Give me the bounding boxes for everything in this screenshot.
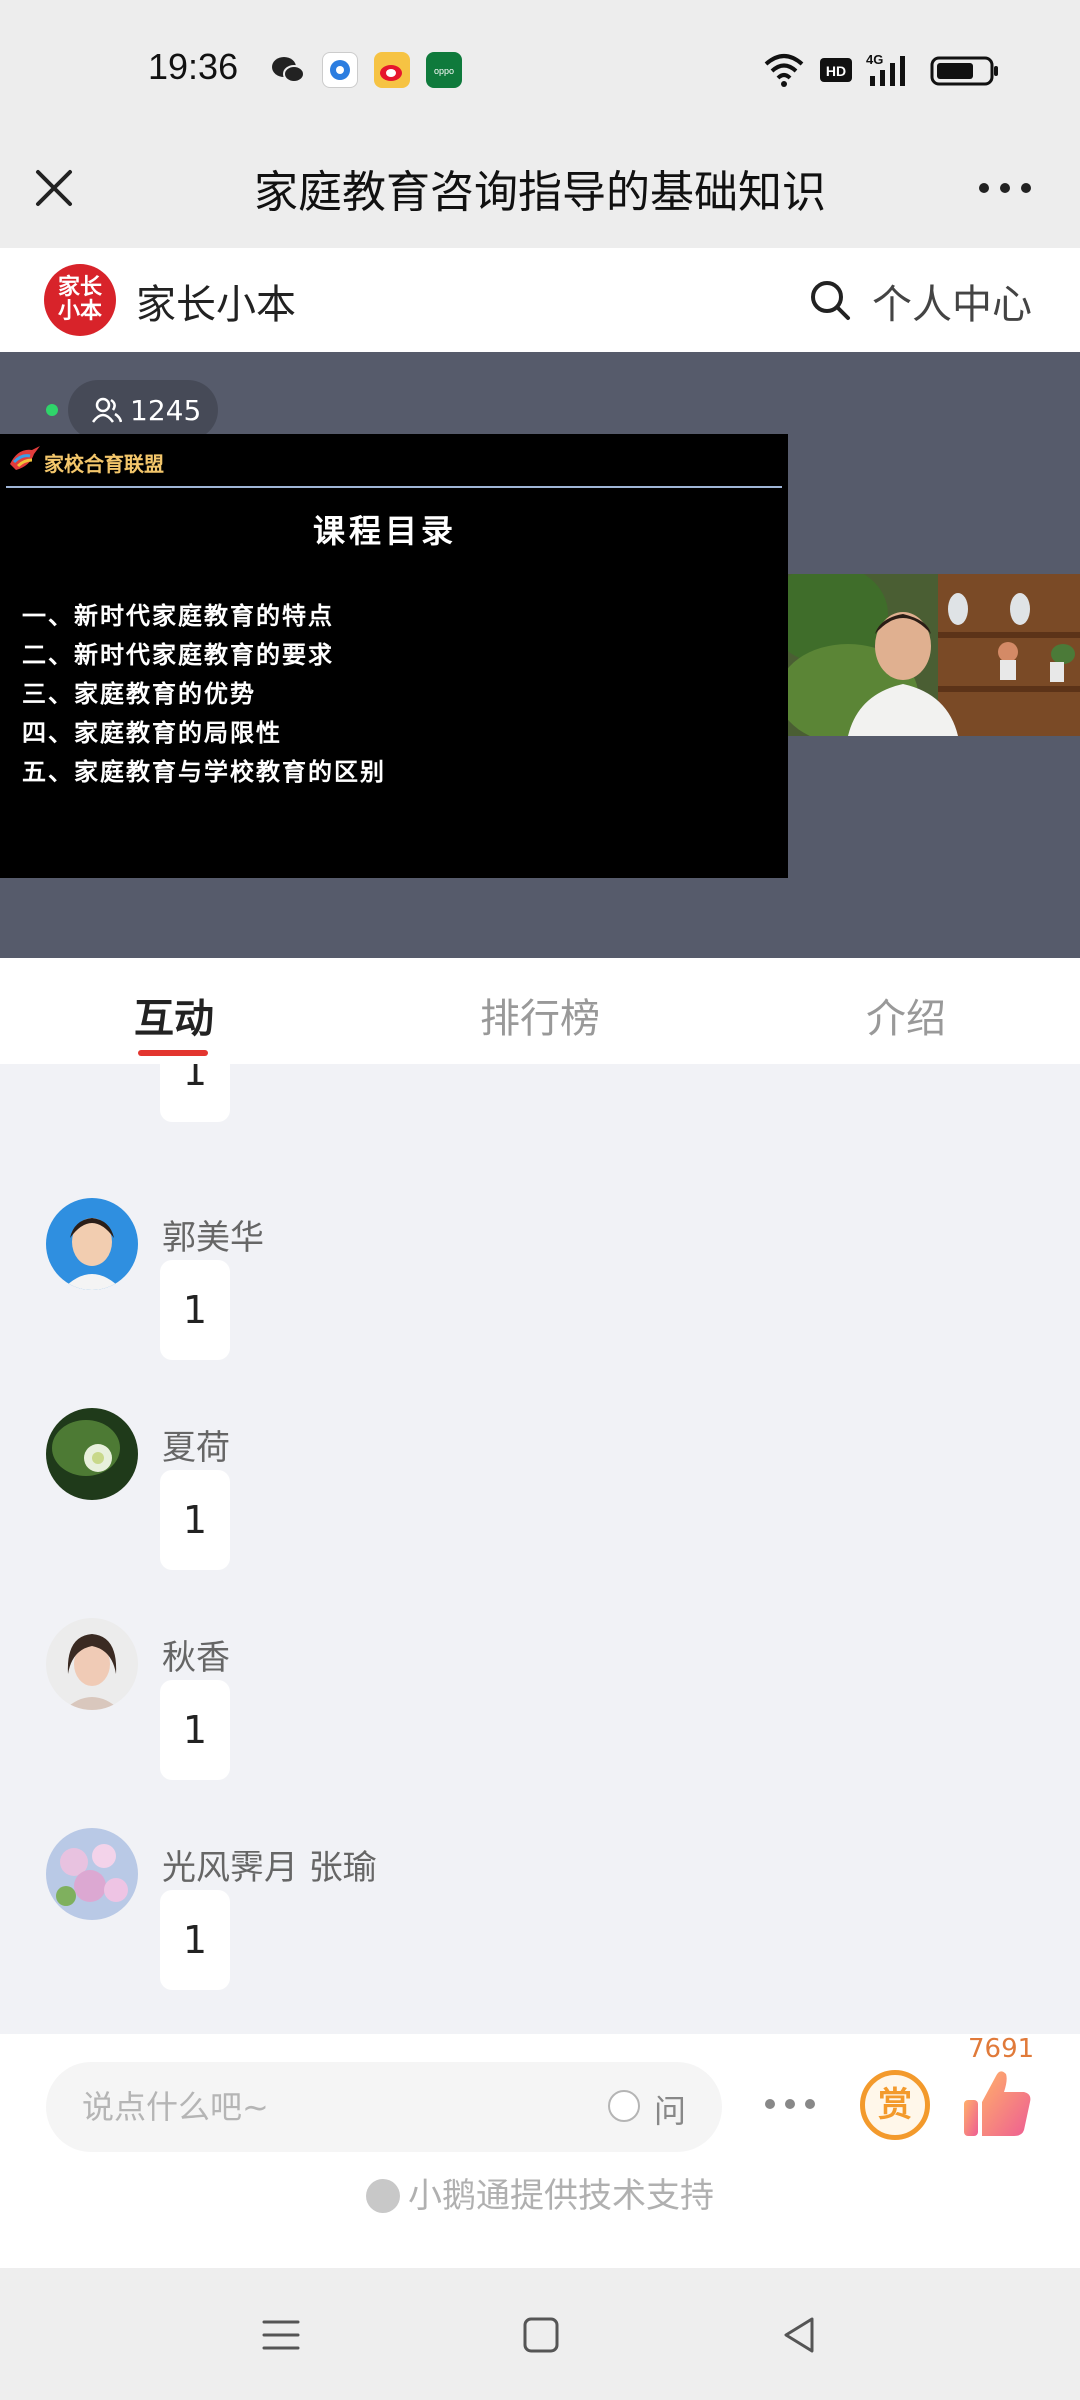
avatar[interactable] [46, 1198, 138, 1290]
xiaoe-logo-icon [366, 2179, 400, 2213]
home-square-icon [523, 2317, 559, 2353]
chat-message: 郭美华 1 [0, 1198, 1080, 1408]
message-bubble: 1 [160, 1470, 230, 1570]
live-video-area[interactable]: 1245 家校合育联盟 课程目录 一、新时代家庭教育的特点 二、新时代家庭教育的… [0, 352, 1080, 958]
oppo-icon: oppo [426, 52, 462, 88]
ask-radio[interactable] [608, 2090, 640, 2122]
brand-bar: 家长 小本 家长小本 个人中心 [0, 248, 1080, 352]
message-author: 光风霁月 张瑜 [162, 1848, 377, 1888]
ask-label: 问 [654, 2092, 687, 2130]
home-nav-button[interactable] [516, 2310, 566, 2360]
profile-center-link[interactable]: 个人中心 [872, 272, 1032, 330]
course-slide: 家校合育联盟 课程目录 一、新时代家庭教育的特点 二、新时代家庭教育的要求 三、… [0, 434, 788, 878]
svg-text:oppo: oppo [434, 66, 454, 76]
more-actions-button[interactable] [760, 2084, 820, 2124]
slide-brand: 家校合育联盟 [44, 452, 164, 476]
brand-logo[interactable]: 家长 小本 [44, 264, 116, 336]
slide-item: 一、新时代家庭教育的特点 [22, 601, 334, 630]
message-bubble: 1 [160, 1260, 230, 1360]
menu-nav-button[interactable] [256, 2310, 306, 2360]
chat-message: 1 [0, 1064, 1080, 1170]
chat-message: 光风霁月 张瑜 1 [0, 1828, 1080, 2036]
wifi-icon [762, 50, 806, 90]
svg-text:4G: 4G [866, 52, 883, 67]
back-nav-button[interactable] [774, 2310, 824, 2360]
presenter-camera[interactable] [788, 574, 1080, 736]
live-indicator [46, 404, 58, 416]
slide-divider [6, 486, 782, 488]
tab-active-indicator [138, 1050, 208, 1056]
tab-ranking[interactable]: 排行榜 [480, 986, 600, 1044]
tech-support-note: 小鹅通提供技术支持 [0, 2168, 1080, 2217]
slide-item: 二、新时代家庭教育的要求 [22, 640, 334, 669]
reward-button[interactable]: 赏 [860, 2070, 930, 2140]
title-bar: 家庭教育咨询指导的基础知识 [0, 142, 1080, 248]
more-dots-icon [979, 183, 1031, 193]
like-button[interactable] [962, 2066, 1034, 2140]
brand-logo-line-2: 小本 [57, 299, 102, 324]
message-author: 夏荷 [162, 1428, 230, 1468]
search-icon[interactable] [808, 278, 852, 322]
brand-logo-line-1: 家长 [57, 275, 102, 300]
more-options-button[interactable] [970, 168, 1040, 208]
slide-item: 三、家庭教育的优势 [22, 679, 256, 708]
avatar[interactable] [46, 1618, 138, 1710]
weibo-icon [374, 52, 410, 88]
bird-logo-icon [8, 444, 42, 474]
support-text: 小鹅通提供技术支持 [408, 2176, 714, 2216]
hd-badge: HD [818, 50, 854, 90]
browser-icon [322, 52, 358, 88]
signal-icon: 4G [866, 50, 914, 90]
tab-interaction[interactable]: 互动 [134, 986, 214, 1044]
thumbs-up-icon [964, 2071, 1031, 2136]
slide-title: 课程目录 [312, 512, 457, 550]
slide-list: 一、新时代家庭教育的特点 二、新时代家庭教育的要求 三、家庭教育的优势 四、家庭… [22, 596, 386, 791]
message-author: 秋香 [162, 1638, 230, 1678]
message-bubble: 1 [160, 1890, 230, 1990]
message-author: 郭美华 [162, 1218, 264, 1258]
back-triangle-icon [784, 2317, 814, 2353]
message-bubble: 1 [160, 1064, 230, 1122]
avatar[interactable] [46, 1828, 138, 1920]
users-icon [92, 397, 122, 423]
like-count: 7691 [968, 2034, 1035, 2064]
viewer-count-badge: 1245 [68, 380, 218, 440]
page-title: 家庭教育咨询指导的基础知识 [254, 167, 826, 218]
status-bar: 19:36 oppo HD 4G [0, 0, 1080, 142]
svg-text:HD: HD [826, 63, 846, 79]
presenter-video [788, 574, 1080, 736]
slide-item: 四、家庭教育的局限性 [22, 718, 282, 747]
chat-message: 夏荷 1 [0, 1408, 1080, 1618]
avatar[interactable] [46, 1408, 138, 1500]
chat-list[interactable]: 1 郭美华 1 夏荷 1 秋香 1 光风霁月 张瑜 1 [0, 1064, 1080, 2036]
system-nav-bar [0, 2268, 1080, 2400]
viewer-count: 1245 [130, 394, 202, 427]
tab-intro[interactable]: 介绍 [866, 986, 946, 1044]
brand-name[interactable]: 家长小本 [136, 272, 296, 330]
menu-icon [262, 2320, 300, 2350]
slide-item: 五、家庭教育与学校教育的区别 [22, 757, 386, 786]
tab-bar: 互动 排行榜 介绍 [0, 958, 1080, 1064]
input-bar: 问 赏 7691 小鹅通提供技术支持 [0, 2034, 1080, 2268]
battery-icon [930, 50, 1000, 90]
wechat-icon [270, 52, 306, 88]
chat-message: 秋香 1 [0, 1618, 1080, 1828]
message-bubble: 1 [160, 1680, 230, 1780]
more-dots-icon [765, 2099, 815, 2109]
status-time: 19:36 [148, 46, 239, 87]
